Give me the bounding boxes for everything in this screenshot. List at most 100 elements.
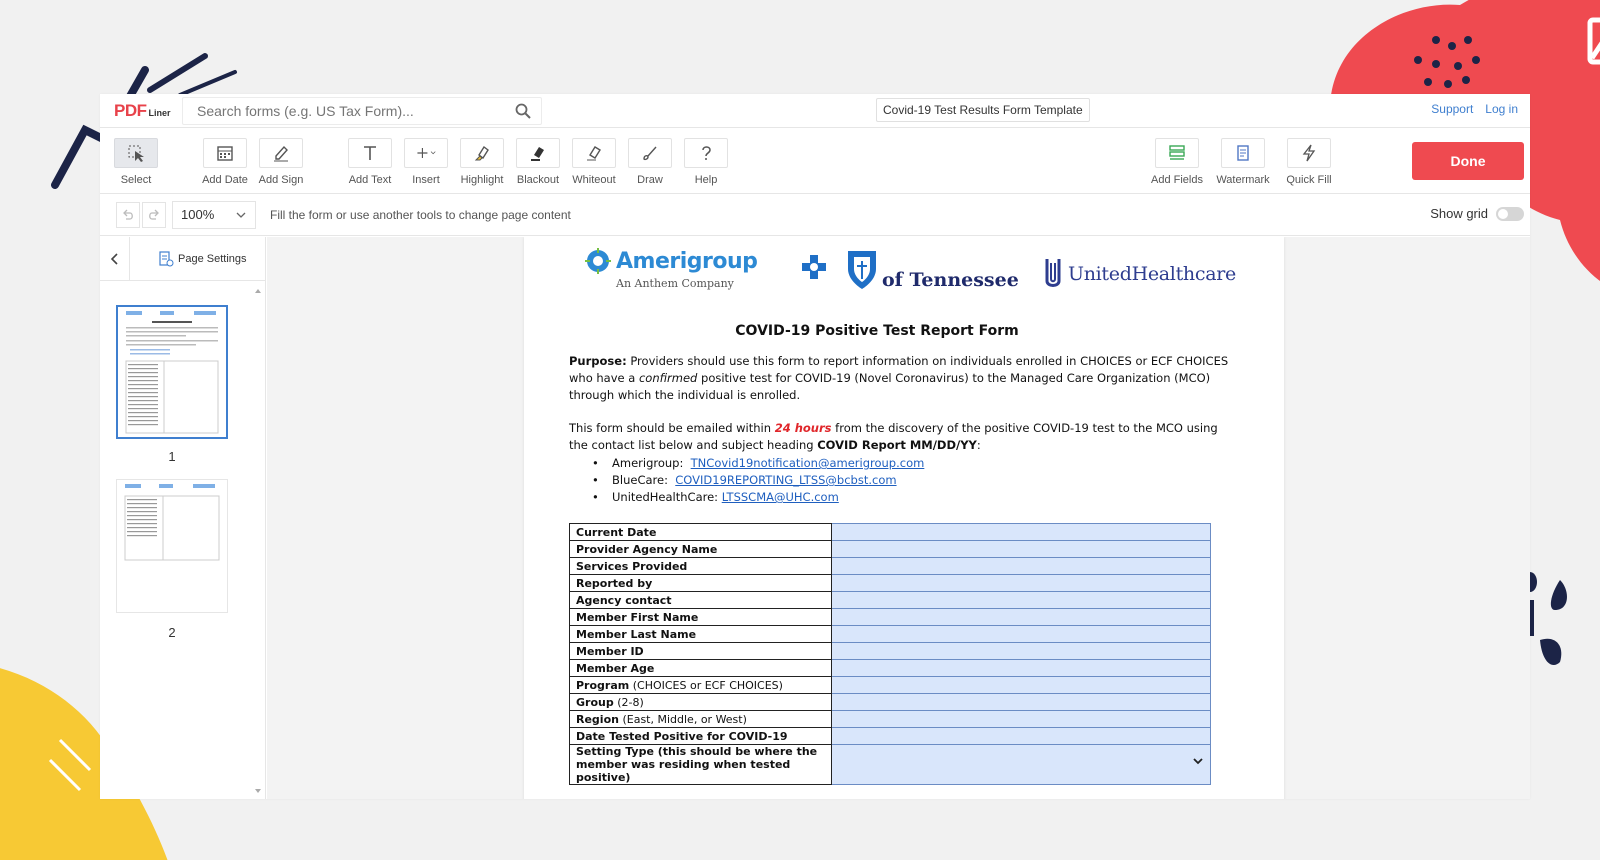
support-link[interactable]: Support	[1431, 102, 1473, 116]
tool-blackout[interactable]: Blackout	[512, 138, 564, 186]
contact-org: UnitedHealthCare:	[612, 490, 719, 504]
tool-help[interactable]: Help	[680, 138, 732, 186]
field-input-region[interactable]	[831, 710, 1211, 728]
form-row: Member Age	[569, 659, 1211, 677]
tool-add-text[interactable]: Add Text	[344, 138, 396, 186]
editor-body: Page Settings 1 2 Amerigroup An Anthem C…	[100, 236, 1530, 799]
field-label: Services Provided	[569, 557, 832, 575]
page-thumbnail-2[interactable]	[116, 479, 228, 613]
form-row: Member ID	[569, 642, 1211, 660]
tool-help-label: Help	[694, 174, 718, 186]
field-input-reported-by[interactable]	[831, 574, 1211, 592]
field-label: Member Age	[569, 659, 832, 677]
bcbs-name: of Tennessee	[882, 269, 1019, 291]
document-title: Covid-19 Test Results Form Template	[876, 98, 1090, 122]
page-settings-button[interactable]: Page Settings	[158, 250, 247, 267]
page-settings-icon	[159, 250, 174, 266]
tool-draw-label: Draw	[637, 174, 663, 186]
grid-switch[interactable]	[1496, 206, 1524, 221]
blue-cross-icon	[802, 255, 826, 279]
tool-add-fields[interactable]: Add Fields	[1151, 138, 1203, 186]
form-row: Agency contact	[569, 591, 1211, 609]
sidebar-scrollbar[interactable]	[252, 285, 264, 799]
tool-select[interactable]: Select	[110, 138, 162, 186]
report-form-table: Current Date Provider Agency Name Servic…	[569, 523, 1211, 785]
field-input-current-date[interactable]	[831, 523, 1211, 541]
tool-add-sign-label: Add Sign	[258, 174, 304, 186]
contact-item: UnitedHealthCare: LTSSCMA@UHC.com	[592, 489, 924, 506]
purpose-italic: confirmed	[638, 371, 698, 385]
tool-add-sign[interactable]: Add Sign	[255, 138, 307, 186]
tool-insert[interactable]: Insert	[400, 138, 452, 186]
field-label: Region (East, Middle, or West)	[569, 710, 832, 728]
search-input[interactable]	[197, 102, 497, 119]
zoom-select[interactable]: 100%	[172, 200, 256, 229]
tool-add-date-label: Add Date	[202, 174, 248, 186]
field-input-member-id[interactable]	[831, 642, 1211, 660]
contact-email-link[interactable]: TNCovid19notification@amerigroup.com	[691, 456, 925, 470]
field-select-setting-type[interactable]	[831, 744, 1211, 785]
amerigroup-name: Amerigroup	[616, 248, 758, 274]
field-input-date-tested[interactable]	[831, 727, 1211, 745]
draw-brush-icon	[643, 146, 657, 161]
pdf-page-1: Amerigroup An Anthem Company of Tennesse…	[524, 237, 1284, 799]
blue-shield-icon	[848, 251, 876, 289]
field-input-last-name[interactable]	[831, 625, 1211, 643]
field-label: Provider Agency Name	[569, 540, 832, 558]
page-thumbnails: 1 2	[100, 281, 250, 799]
field-input-provider-agency[interactable]	[831, 540, 1211, 558]
tool-insert-label: Insert	[412, 174, 440, 186]
contact-email-link[interactable]: LTSSCMA@UHC.com	[722, 490, 839, 504]
form-row: Services Provided	[569, 557, 1211, 575]
chevron-left-icon	[110, 252, 118, 265]
question-mark-icon	[702, 146, 711, 160]
pdfliner-logo[interactable]: PDF Liner	[100, 101, 180, 121]
page-1-preview	[125, 311, 219, 434]
login-link[interactable]: Log in	[1485, 102, 1518, 116]
purpose-label: Purpose:	[569, 354, 627, 368]
field-input-member-age[interactable]	[831, 659, 1211, 677]
zoom-value: 100%	[181, 207, 215, 222]
scroll-up-arrow[interactable]	[255, 289, 261, 293]
blackout-marker-icon	[531, 147, 544, 161]
page-number-2: 2	[168, 625, 176, 640]
page-thumbnail-1[interactable]	[116, 305, 228, 439]
tool-add-fields-label: Add Fields	[1151, 174, 1203, 186]
tool-quick-fill[interactable]: Quick Fill	[1283, 138, 1335, 186]
scroll-down-arrow[interactable]	[255, 789, 261, 793]
search-icon[interactable]	[515, 103, 531, 119]
field-label: Agency contact	[569, 591, 832, 609]
field-input-services[interactable]	[831, 557, 1211, 575]
field-input-agency-contact[interactable]	[831, 591, 1211, 609]
uhc-u-icon	[1045, 259, 1061, 287]
tool-blackout-label: Blackout	[516, 174, 560, 186]
field-input-group[interactable]	[831, 693, 1211, 711]
contact-item: BlueCare: COVID19REPORTING_LTSS@bcbst.co…	[592, 472, 924, 489]
whiteout-marker-icon	[587, 146, 601, 161]
tool-highlight[interactable]: Highlight	[456, 138, 508, 186]
done-button[interactable]: Done	[1412, 142, 1524, 180]
chevron-down-icon	[1193, 758, 1203, 765]
field-input-first-name[interactable]	[831, 608, 1211, 626]
secondary-toolbar: 100% Fill the form or use another tools …	[100, 194, 1530, 236]
lightning-icon	[1302, 144, 1316, 162]
tool-watermark[interactable]: Watermark	[1216, 138, 1270, 186]
tool-draw[interactable]: Draw	[624, 138, 676, 186]
field-label: Current Date	[569, 523, 832, 541]
field-input-program[interactable]	[831, 676, 1211, 694]
amerigroup-star-icon	[585, 248, 611, 274]
tool-watermark-label: Watermark	[1216, 174, 1270, 186]
show-grid-toggle[interactable]: Show grid	[1430, 206, 1524, 221]
tool-add-date[interactable]: Add Date	[199, 138, 251, 186]
tool-select-label: Select	[120, 174, 152, 186]
amerigroup-logo: Amerigroup An Anthem Company	[584, 247, 758, 290]
logo-main-text: PDF	[114, 100, 147, 120]
contact-email-link[interactable]: COVID19REPORTING_LTSS@bcbst.com	[675, 473, 896, 487]
collapse-sidebar-button[interactable]	[100, 236, 130, 281]
tool-whiteout[interactable]: Whiteout	[568, 138, 620, 186]
redo-button[interactable]	[142, 201, 166, 228]
field-label: Program (CHOICES or ECF CHOICES)	[569, 676, 832, 694]
chevron-down-icon	[236, 212, 246, 218]
unitedhealthcare-logo: UnitedHealthcare	[1044, 257, 1236, 291]
undo-button[interactable]	[116, 201, 140, 228]
